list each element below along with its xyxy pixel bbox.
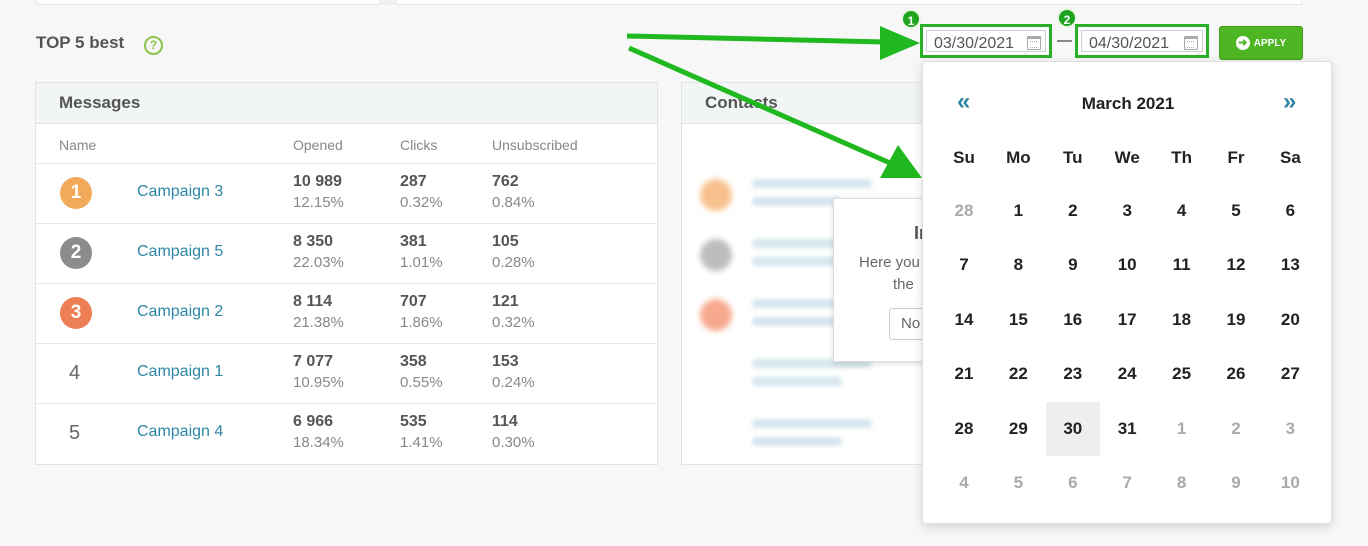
arrow-to-date-field bbox=[626, 26, 920, 60]
arrow-to-calendar bbox=[627, 45, 922, 178]
annotation-arrows bbox=[626, 26, 922, 178]
